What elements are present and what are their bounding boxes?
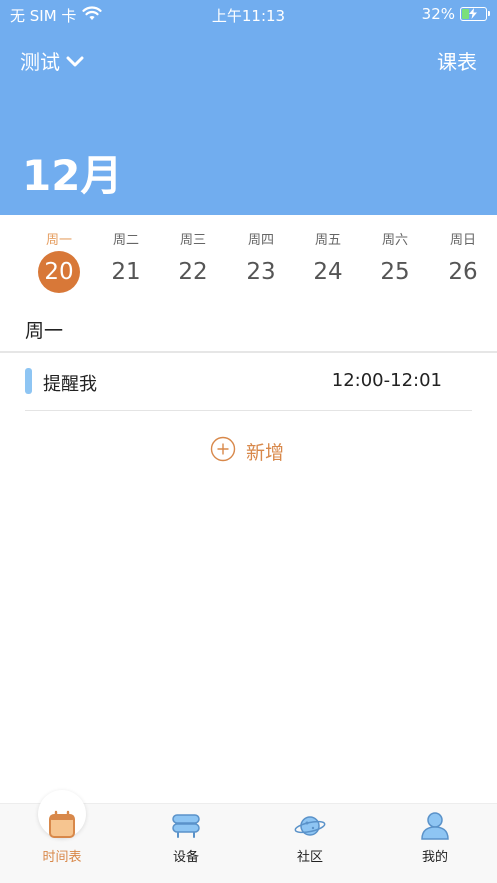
day-wed[interactable]: 周三 22: [163, 215, 223, 293]
tab-label: 设备: [172, 850, 199, 865]
day-tue[interactable]: 周二 21: [96, 215, 156, 293]
day-mon[interactable]: 周一 20: [29, 215, 89, 293]
add-event-button[interactable]: 新增: [210, 436, 284, 467]
tab-label: 社区: [296, 850, 323, 865]
plus-circle-icon: [210, 436, 236, 467]
charging-bolt-icon: [469, 8, 477, 19]
day-label: 周四: [247, 233, 274, 248]
day-number: 26: [448, 259, 478, 285]
day-number: 21: [111, 259, 141, 285]
chevron-down-icon: [66, 49, 84, 73]
section-divider: [0, 351, 497, 353]
day-thu[interactable]: 周四 23: [231, 215, 291, 293]
day-number: 20: [38, 251, 80, 293]
status-bar: 无 SIM 卡 上午11:13 32%: [0, 0, 497, 28]
event-time: 12:00-12:01: [331, 370, 442, 391]
tab-device[interactable]: 设备: [136, 804, 236, 868]
event-color-bar: [25, 368, 32, 394]
planet-icon: [294, 812, 326, 844]
event-title: 提醒我: [43, 374, 97, 395]
day-number: 23: [246, 259, 276, 285]
week-strip: 周一 20 周二 21 周三 22 周四 23 周五 24 周六 25 周日 2…: [0, 215, 497, 301]
event-divider: [25, 410, 472, 411]
day-number: 22: [178, 259, 208, 285]
tab-label: 我的: [421, 850, 448, 865]
event-item[interactable]: 提醒我 12:00-12:01: [25, 367, 472, 399]
day-label: 周六: [381, 233, 408, 248]
battery-percent: 32%: [421, 5, 455, 23]
schedule-title: 测试: [20, 50, 60, 74]
selected-day-heading: 周一: [25, 320, 64, 342]
day-number: 24: [313, 259, 343, 285]
tab-bar: 时间表 设备 社区 我的: [0, 803, 497, 883]
tab-schedule[interactable]: 时间表: [12, 804, 112, 868]
user-icon: [420, 810, 450, 844]
day-fri[interactable]: 周五 24: [298, 215, 358, 293]
calendar-icon: [47, 810, 77, 844]
day-sun[interactable]: 周日 26: [433, 215, 493, 293]
add-label: 新增: [246, 442, 285, 464]
day-label: 周三: [179, 233, 206, 248]
tab-label: 时间表: [42, 850, 82, 865]
day-label: 周五: [314, 233, 341, 248]
course-table-button[interactable]: 课表: [437, 46, 477, 75]
device-icon: [170, 812, 202, 844]
tab-mine[interactable]: 我的: [385, 804, 485, 868]
status-right: 32%: [421, 5, 490, 23]
day-label: 周日: [449, 233, 476, 248]
day-number: 25: [380, 259, 410, 285]
day-label: 周二: [112, 233, 139, 248]
month-title: 12月: [22, 151, 123, 200]
schedule-selector[interactable]: 测试: [20, 46, 84, 75]
header: 无 SIM 卡 上午11:13 32% 测试 课表 12月: [0, 0, 497, 215]
day-sat[interactable]: 周六 25: [365, 215, 425, 293]
tab-community[interactable]: 社区: [260, 804, 360, 868]
battery-icon: [460, 7, 490, 21]
day-label: 周一: [45, 233, 72, 248]
